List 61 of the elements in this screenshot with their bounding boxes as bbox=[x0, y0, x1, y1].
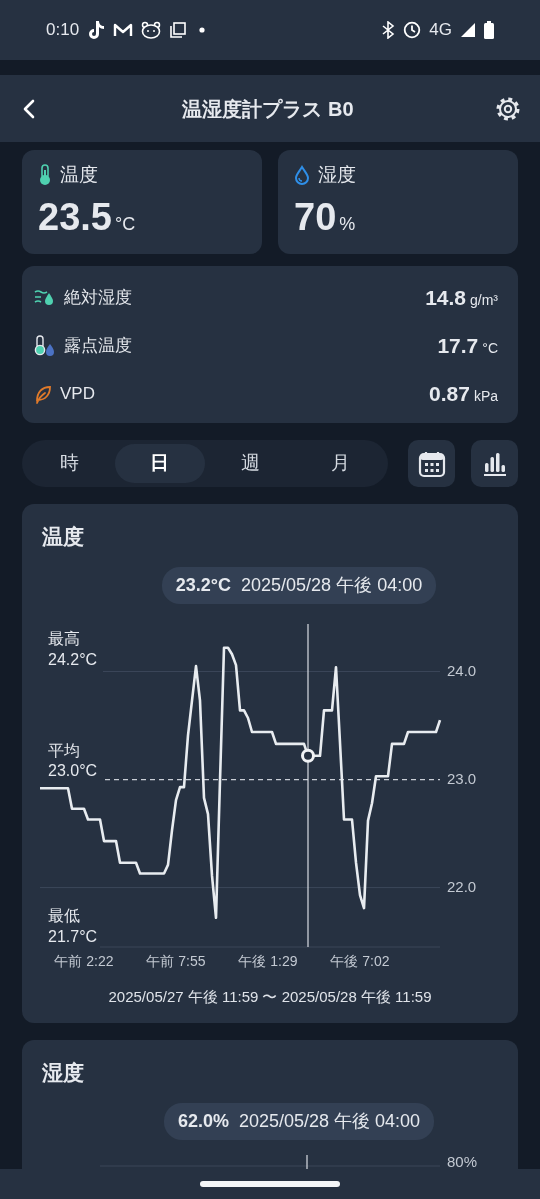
statistics-button[interactable] bbox=[471, 440, 518, 487]
stat-label: 平均 bbox=[48, 742, 80, 760]
metric-label: 絶対湿度 bbox=[64, 287, 132, 310]
tooltip-time: 2025/05/28 午後 04:00 bbox=[241, 574, 423, 597]
bluetooth-icon bbox=[381, 21, 396, 39]
calendar-button[interactable] bbox=[408, 440, 455, 487]
wind-drop-icon bbox=[34, 288, 56, 308]
stat-value: 24.2°C bbox=[48, 651, 98, 669]
thermometer-icon bbox=[38, 164, 52, 186]
bear-face-icon bbox=[141, 21, 162, 39]
tooltip-value: 62.0% bbox=[177, 1110, 229, 1133]
reading-value: 70 bbox=[294, 195, 337, 240]
tooltip-time: 2025/05/28 午後 04:00 bbox=[238, 1110, 421, 1133]
metric-value: 14.8 bbox=[425, 285, 466, 312]
clock-icon bbox=[403, 21, 422, 39]
reading-value: 23.5 bbox=[38, 195, 112, 240]
leaf-icon bbox=[34, 384, 52, 404]
x-tick-label: 午前 2:22 bbox=[54, 952, 114, 969]
y-tick-label: 22.0 bbox=[447, 877, 477, 895]
reading-unit: % bbox=[339, 213, 356, 236]
battery-icon bbox=[484, 21, 494, 39]
reading-label: 温度 bbox=[60, 163, 98, 187]
stat-label: 最低 bbox=[48, 907, 80, 925]
copy-icon bbox=[169, 21, 188, 39]
m-shape-icon bbox=[113, 22, 134, 38]
period-tab[interactable]: 週 bbox=[205, 444, 296, 483]
water-drop-icon bbox=[294, 165, 310, 185]
metric-value: 0.87 bbox=[429, 381, 470, 408]
period-tab[interactable]: 日 bbox=[114, 444, 205, 483]
metric-unit: g/m³ bbox=[470, 291, 498, 311]
period-tab[interactable]: 時 bbox=[24, 444, 115, 483]
signal-icon bbox=[460, 22, 476, 38]
screen-title: 温湿度計プラス B0 bbox=[182, 96, 354, 122]
x-tick-label: 午後 1:29 bbox=[238, 952, 298, 969]
stat-value: 21.7°C bbox=[48, 928, 98, 946]
clock-time: 0:10 bbox=[46, 19, 80, 42]
network-type: 4G bbox=[429, 19, 452, 42]
tooltip-value: 23.2°C bbox=[175, 574, 232, 597]
x-tick-label: 午前 7:55 bbox=[146, 952, 206, 969]
thermometer-drop-icon bbox=[34, 335, 56, 357]
y-tick-label: 24.0 bbox=[447, 661, 477, 679]
y-tick-label: 80% bbox=[447, 1152, 478, 1170]
stat-value: 23.0°C bbox=[48, 761, 98, 779]
metric-label: VPD bbox=[60, 383, 95, 406]
reading-label: 湿度 bbox=[318, 163, 356, 187]
date-range: 2025/05/27 午後 11:59 〜 2025/05/28 午後 11:59 bbox=[107, 987, 433, 1007]
chart-title: 温度 bbox=[41, 524, 85, 550]
metric-unit: kPa bbox=[473, 387, 498, 407]
x-tick-label: 午後 7:02 bbox=[330, 952, 390, 969]
reading-unit: °C bbox=[114, 213, 136, 236]
metric-unit: °C bbox=[482, 339, 498, 359]
chart-title: 湿度 bbox=[41, 1060, 85, 1086]
calendar-icon bbox=[417, 449, 446, 478]
stat-label: 最高 bbox=[48, 630, 80, 648]
period-tab[interactable]: 月 bbox=[295, 444, 386, 483]
music-note-icon bbox=[87, 20, 106, 40]
metric-value: 17.7 bbox=[437, 333, 479, 360]
y-tick-label: 23.0 bbox=[447, 769, 477, 787]
metric-label: 露点温度 bbox=[64, 335, 132, 358]
cursor-point bbox=[301, 748, 315, 763]
bar-chart-icon bbox=[481, 450, 508, 477]
